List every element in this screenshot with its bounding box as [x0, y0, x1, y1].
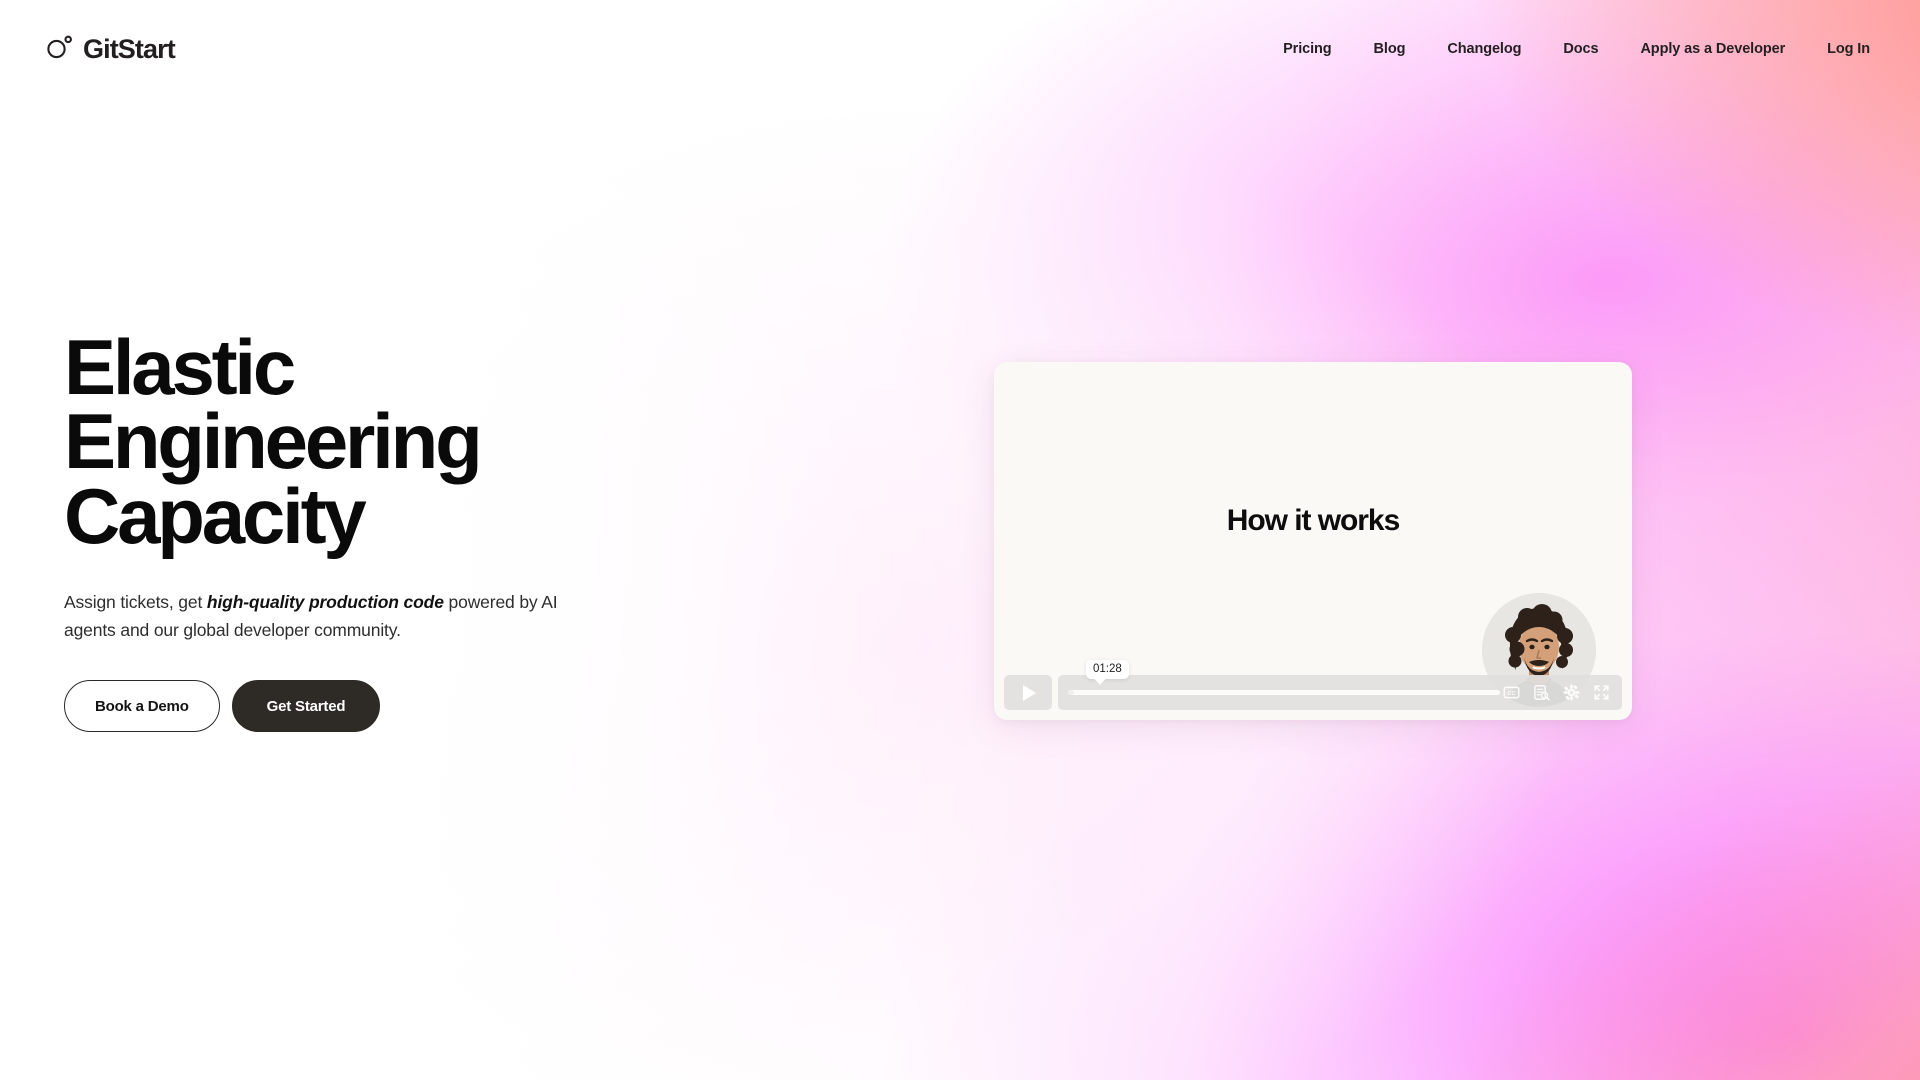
video-slide-title: How it works [1226, 504, 1400, 537]
hero-cta-row: Book a Demo Get Started [64, 680, 764, 733]
primary-nav: Pricing Blog Changelog Docs Apply as a D… [1262, 33, 1870, 65]
video-progress-fill [1068, 690, 1075, 695]
nav-item-docs[interactable]: Docs [1542, 33, 1619, 65]
subhead-emphasis: high-quality production code [206, 592, 444, 613]
video-progress-area[interactable]: 01:28 CC [1058, 660, 1622, 710]
nav-item-log-in[interactable]: Log In [1806, 33, 1870, 65]
how-it-works-video-player[interactable]: How it works 01:28 CC [994, 362, 1632, 720]
gitstart-circle-degree-logo-icon [44, 32, 74, 67]
nav-item-blog[interactable]: Blog [1353, 33, 1427, 65]
brand-name: GitStart [83, 33, 176, 64]
nav-item-pricing[interactable]: Pricing [1262, 33, 1352, 65]
video-progress-bar[interactable]: 01:28 [1068, 660, 1500, 695]
headline-line-2: Engineering [64, 397, 483, 486]
site-header: GitStart Pricing Blog Changelog Docs App… [0, 0, 1920, 98]
play-icon[interactable] [1004, 675, 1052, 710]
video-controls-bar: 01:28 CC [1004, 660, 1622, 710]
get-started-button[interactable]: Get Started [231, 680, 381, 733]
svg-text:CC: CC [1507, 691, 1515, 697]
video-stage[interactable]: How it works 01:28 CC [994, 362, 1632, 720]
settings-gear-icon[interactable] [1563, 684, 1580, 701]
brand-logo-link[interactable]: GitStart [44, 32, 176, 67]
headline-line-3: Capacity [64, 471, 367, 560]
video-control-icons: CC [1503, 675, 1610, 710]
nav-item-changelog[interactable]: Changelog [1426, 33, 1542, 65]
nav-item-apply-as-a-developer[interactable]: Apply as a Developer [1619, 33, 1806, 65]
video-time-tooltip: 01:28 [1086, 660, 1129, 680]
transcript-search-icon[interactable] [1533, 684, 1550, 701]
page-title: Elastic Engineering Capacity [64, 323, 764, 560]
hero-subheadline: Assign tickets, get high-quality product… [64, 589, 609, 644]
closed-captions-icon[interactable]: CC [1503, 684, 1520, 701]
fullscreen-icon[interactable] [1593, 684, 1610, 701]
subhead-text-lead: Assign tickets, get [64, 592, 207, 613]
landing-page: GitStart Pricing Blog Changelog Docs App… [0, 0, 1920, 1080]
hero-section: Elastic Engineering Capacity Assign tick… [64, 323, 764, 733]
headline-line-1: Elastic [64, 323, 296, 411]
play-triangle-icon [1023, 684, 1036, 701]
book-a-demo-button[interactable]: Book a Demo [64, 680, 220, 733]
